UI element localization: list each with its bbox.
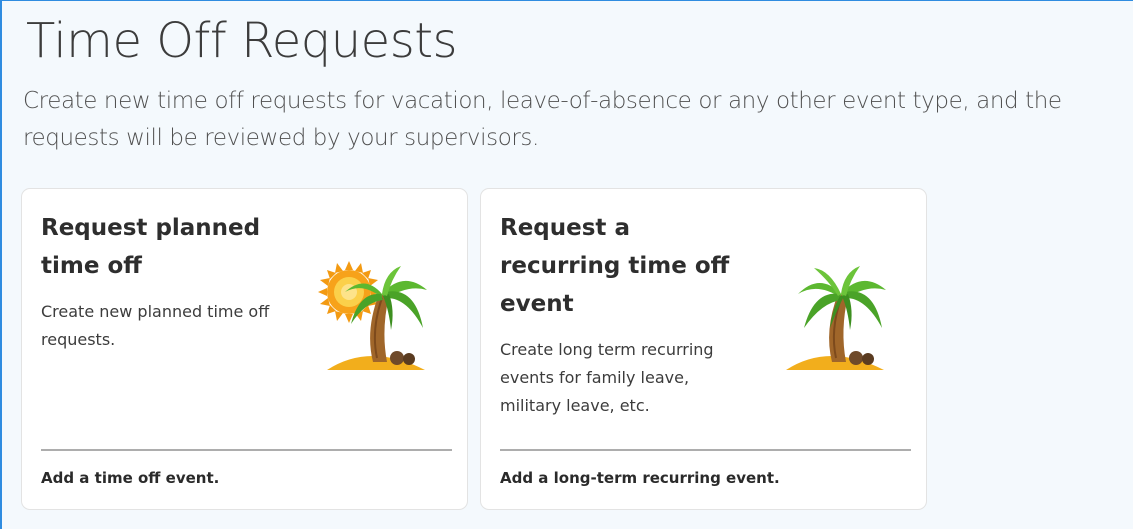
card-divider (500, 449, 911, 451)
request-planned-time-off-card[interactable]: Request planned time off Create new plan… (21, 188, 468, 510)
time-off-requests-panel: Time Off Requests Create new time off re… (0, 0, 1133, 529)
add-time-off-event-link[interactable]: Add a time off event. (41, 469, 219, 487)
card-description: Create new planned time off requests. (41, 302, 270, 349)
palm-tree-with-sun-icon (315, 258, 435, 373)
add-long-term-recurring-event-link[interactable]: Add a long-term recurring event. (500, 469, 780, 487)
card-description: Create long term recurring events for fa… (500, 340, 714, 415)
request-recurring-time-off-card[interactable]: Request a recurring time off event Creat… (480, 188, 927, 510)
page-title: Time Off Requests (26, 13, 458, 69)
palm-tree-icon (774, 258, 894, 373)
page-description: Create new time off requests for vacatio… (23, 88, 1062, 151)
card-divider (41, 449, 452, 451)
card-title: Request planned time off (41, 215, 261, 279)
card-title: Request a recurring time off event (500, 215, 730, 317)
